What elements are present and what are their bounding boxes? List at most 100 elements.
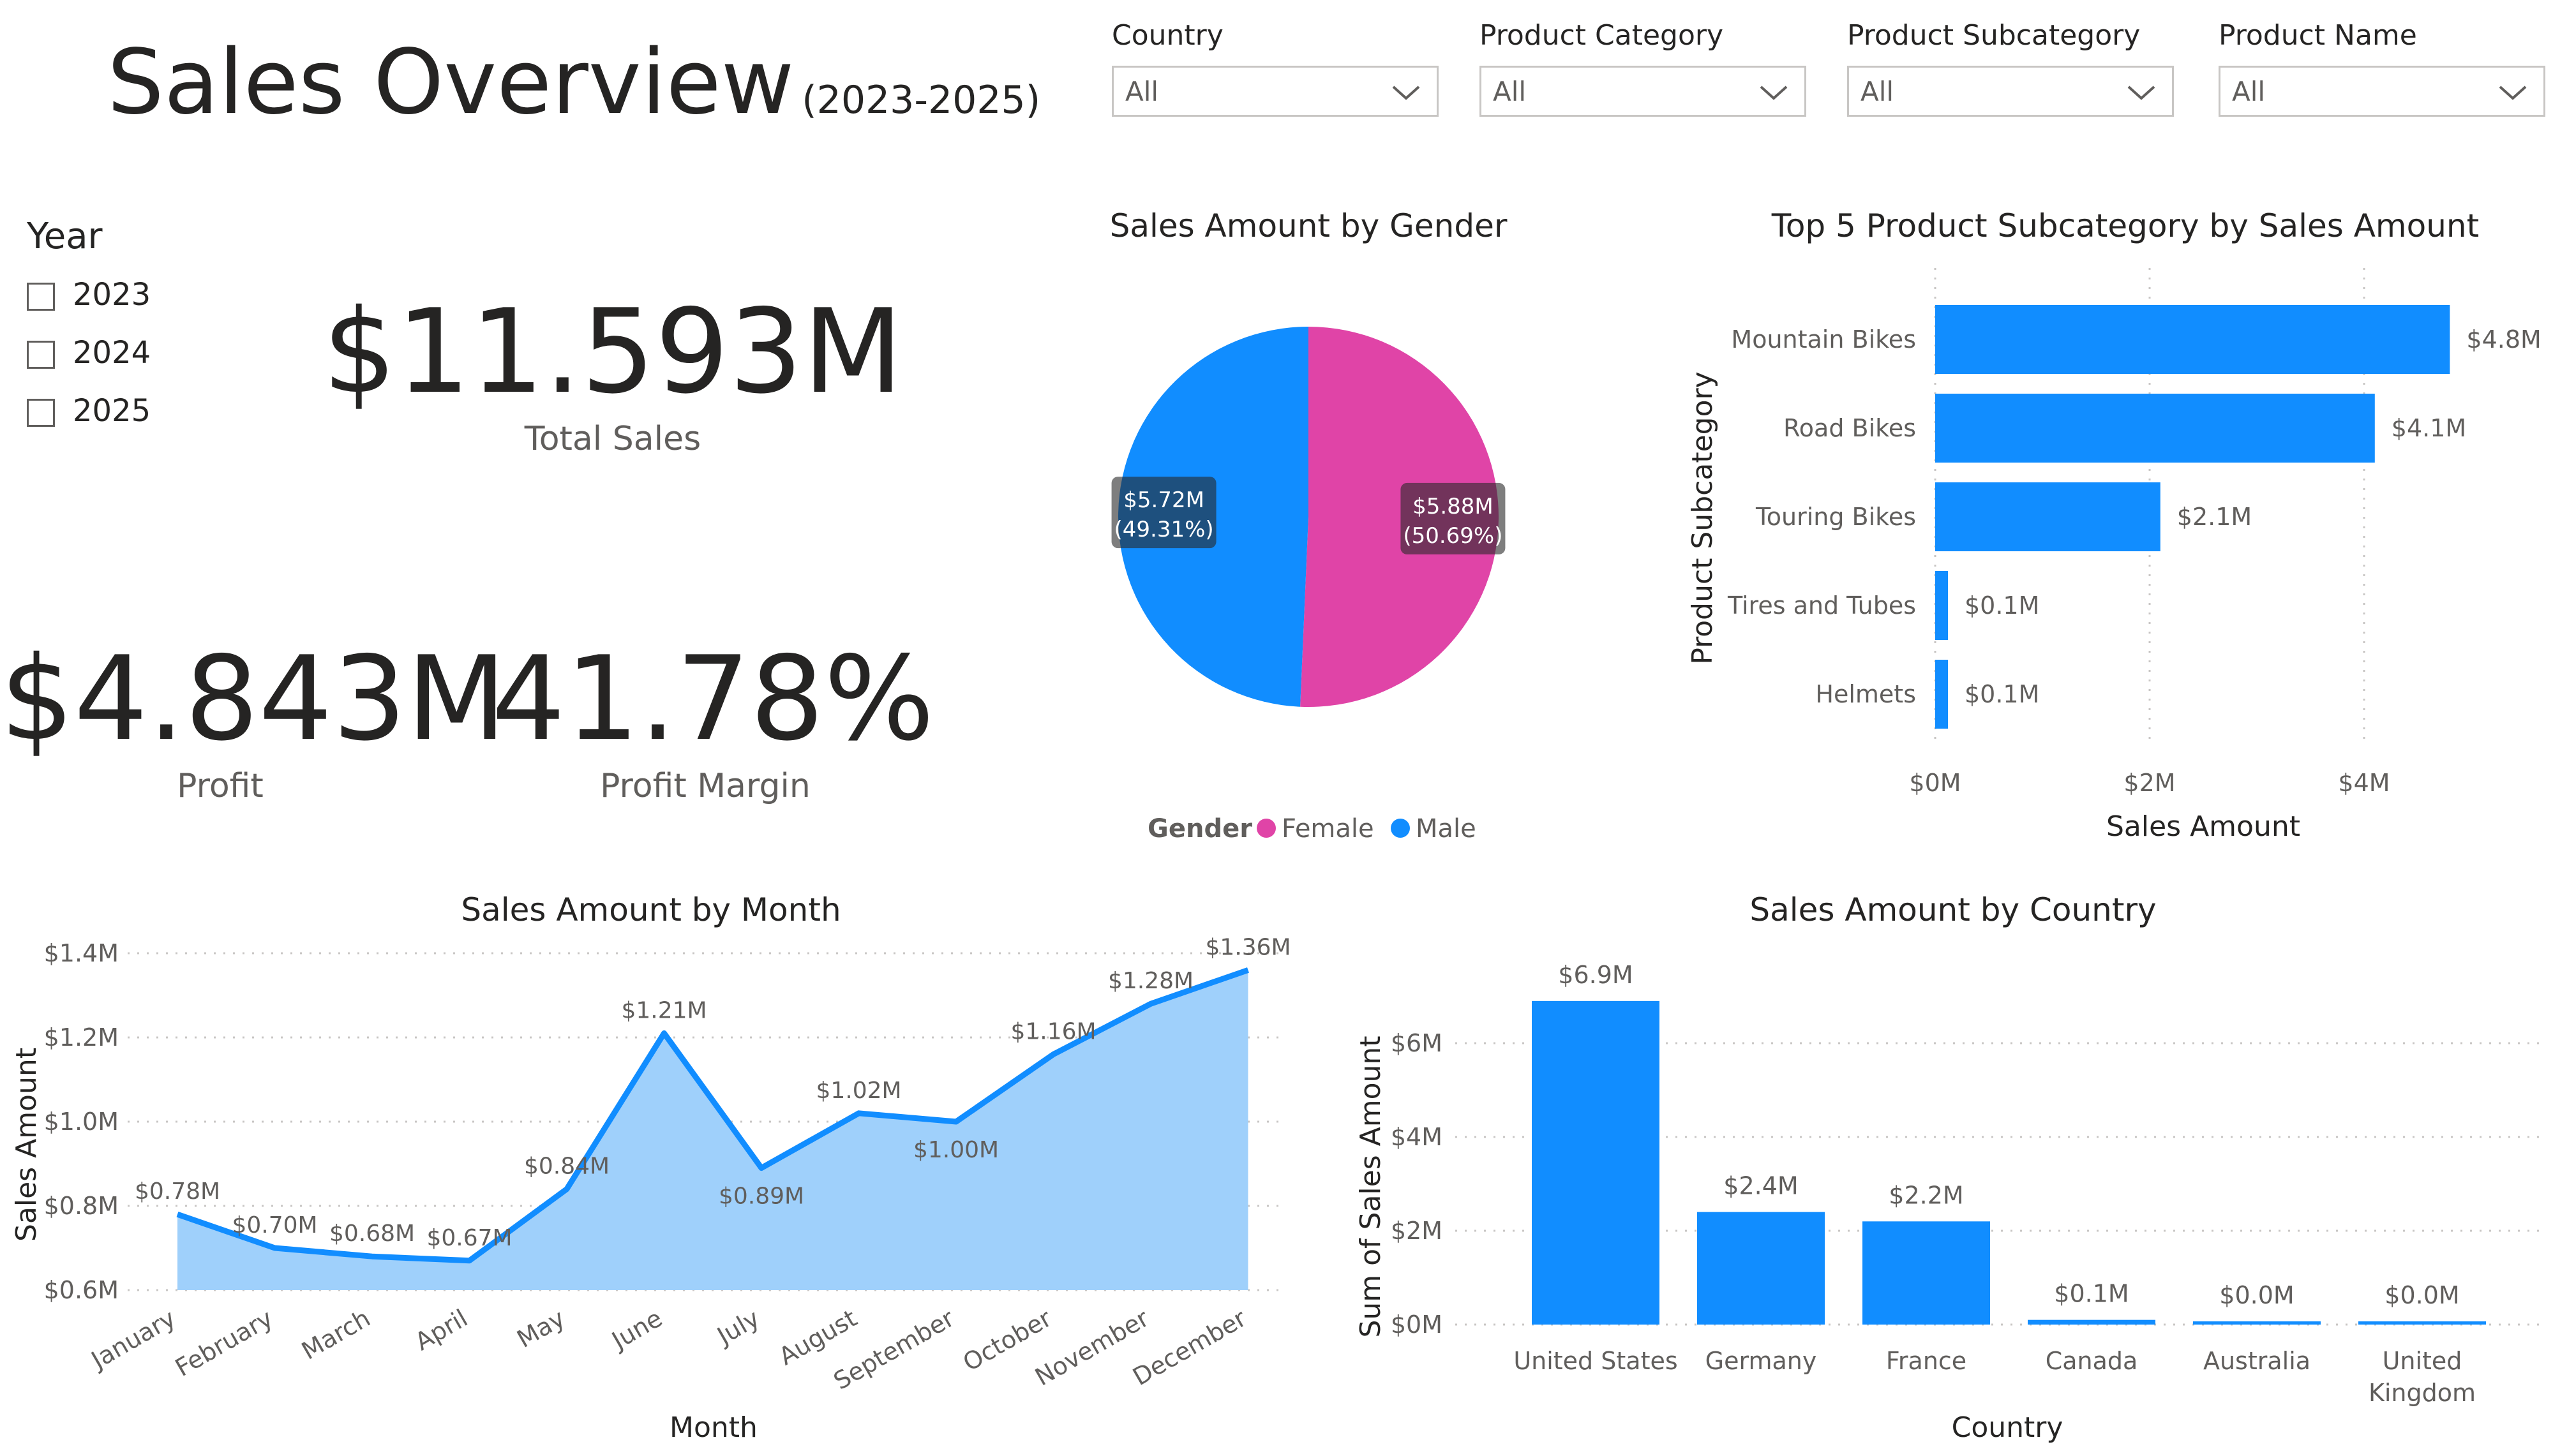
- chevron-down-icon: [1392, 85, 1420, 100]
- year-option-label: 2023: [73, 277, 151, 313]
- year-option-2024[interactable]: 2024: [27, 334, 151, 372]
- x-tick-label: May: [512, 1304, 569, 1353]
- x-axis-title: Country: [1952, 1411, 2063, 1444]
- category-label: Road Bikes: [1783, 414, 1916, 442]
- x-tick-label: Australia: [2203, 1347, 2310, 1375]
- kpi-total-sales: $11.593M Total Sales: [319, 285, 906, 459]
- data-label: $0.70M: [232, 1212, 317, 1238]
- checkbox[interactable]: [27, 341, 55, 369]
- legend-title: Gender: [1148, 814, 1252, 843]
- data-label: $0.68M: [329, 1221, 415, 1247]
- year-slicer-title: Year: [27, 216, 103, 257]
- page-title-text: Sales Overview: [107, 31, 795, 135]
- filter-label: Product Subcategory: [1847, 19, 2141, 52]
- dropdown-value: All: [1125, 76, 1159, 107]
- data-label: $2.2M: [1889, 1181, 1963, 1209]
- legend-swatch: [1257, 819, 1276, 838]
- year-option-2023[interactable]: 2023: [27, 276, 151, 314]
- x-tick-label: April: [410, 1304, 472, 1356]
- year-option-label: 2024: [73, 335, 151, 371]
- data-label: $0.67M: [426, 1225, 512, 1251]
- filter-label: Country: [1112, 19, 1224, 52]
- pie-legend: Gender Female Male: [1148, 814, 1476, 843]
- country-dropdown[interactable]: All: [1112, 66, 1439, 117]
- data-label: $1.28M: [1108, 968, 1194, 994]
- y-tick-label: $0.6M: [44, 1276, 119, 1304]
- kpi-value: $11.593M: [322, 284, 903, 419]
- y-axis-title: Sales Amount: [10, 1048, 43, 1242]
- data-label: $1.00M: [913, 1137, 999, 1163]
- bar: [1862, 1221, 1990, 1325]
- filter-label: Product Category: [1479, 19, 1724, 52]
- data-label: $0.0M: [2385, 1281, 2459, 1309]
- year-option-2025[interactable]: 2025: [27, 392, 151, 430]
- bar: [2358, 1321, 2486, 1325]
- data-label: $2.4M: [1723, 1172, 1798, 1200]
- data-label-percent: (50.69%): [1403, 523, 1502, 549]
- kpi-profit: $4.843M Profit: [0, 632, 507, 806]
- data-label: $0.1M: [1965, 680, 2039, 708]
- y-tick-label: $0M: [1391, 1311, 1442, 1339]
- checkbox[interactable]: [27, 399, 55, 427]
- x-tick-label: France: [1886, 1347, 1966, 1375]
- x-tick-label: Kingdom: [2369, 1379, 2476, 1407]
- x-tick-label: February: [170, 1304, 278, 1382]
- bar: [1697, 1212, 1825, 1325]
- kpi-profit-margin: 41.78% Profit Margin: [491, 632, 934, 806]
- x-tick-label: March: [297, 1304, 375, 1365]
- bar: [2028, 1319, 2155, 1325]
- bar: [1935, 394, 2375, 463]
- kpi-label: Total Sales: [524, 420, 701, 458]
- gender-pie-chart: $5.88M (50.69%) $5.72M (49.31%) Gender Femal…: [1111, 327, 1506, 843]
- dropdown-value: All: [1493, 76, 1527, 107]
- filter-product-category: Product Category All: [1479, 19, 1806, 117]
- bar: [1532, 1000, 1659, 1325]
- x-tick-label: $2M: [2123, 769, 2175, 797]
- data-label: $4.1M: [2392, 414, 2466, 442]
- filter-country: Country All: [1112, 19, 1439, 117]
- chevron-down-icon: [2127, 85, 2155, 100]
- data-label: $0.1M: [1965, 591, 2039, 620]
- data-label: $0.89M: [719, 1184, 804, 1210]
- x-tick-label: Canada: [2046, 1347, 2138, 1375]
- x-axis-title: Month: [670, 1411, 758, 1444]
- x-tick-label: $0M: [1909, 769, 1961, 797]
- y-tick-label: $0.8M: [44, 1192, 119, 1220]
- page-subtitle: (2023-2025): [802, 78, 1041, 123]
- y-tick-label: $4M: [1391, 1123, 1442, 1151]
- chart-title: Top 5 Product Subcategory by Sales Amoun…: [1771, 207, 2480, 244]
- chart-title: Sales Amount by Country: [1749, 891, 2157, 928]
- x-tick-label: June: [606, 1304, 667, 1355]
- product-category-dropdown[interactable]: All: [1479, 66, 1806, 117]
- data-label: $5.72M: [1123, 487, 1204, 513]
- product-subcategory-dropdown[interactable]: All: [1847, 66, 2174, 117]
- dropdown-value: All: [1860, 76, 1894, 107]
- legend-label: Male: [1416, 814, 1476, 843]
- dropdown-value: All: [2232, 76, 2266, 107]
- y-tick-label: $1.4M: [44, 939, 119, 967]
- bar: [1935, 660, 1948, 729]
- chart-title: Sales Amount by Gender: [1109, 207, 1508, 244]
- x-tick-label: $4M: [2338, 769, 2390, 797]
- data-label: $6.9M: [1558, 961, 1633, 989]
- x-tick-label: Germany: [1705, 1347, 1817, 1375]
- y-axis-title: Product Subcategory: [1686, 371, 1719, 664]
- data-label-percent: (49.31%): [1114, 517, 1213, 542]
- legend-label: Female: [1282, 814, 1374, 843]
- category-label: Mountain Bikes: [1731, 325, 1916, 353]
- page-title: Sales Overview (2023-2025): [107, 26, 1040, 158]
- data-label: $1.16M: [1010, 1018, 1096, 1044]
- bars: [1532, 1000, 2486, 1325]
- checkbox[interactable]: [27, 283, 55, 311]
- y-axis-title: Sum of Sales Amount: [1354, 1036, 1387, 1337]
- kpi-label: Profit Margin: [600, 767, 811, 805]
- chevron-down-icon: [2499, 85, 2527, 100]
- data-label: $5.88M: [1412, 494, 1494, 519]
- data-label: $1.02M: [816, 1078, 901, 1104]
- data-label: $0.84M: [524, 1154, 610, 1180]
- chevron-down-icon: [1760, 85, 1788, 100]
- bar: [1935, 571, 1948, 640]
- product-name-dropdown[interactable]: All: [2219, 66, 2545, 117]
- category-label: Helmets: [1815, 680, 1916, 708]
- data-label: $1.36M: [1205, 934, 1291, 960]
